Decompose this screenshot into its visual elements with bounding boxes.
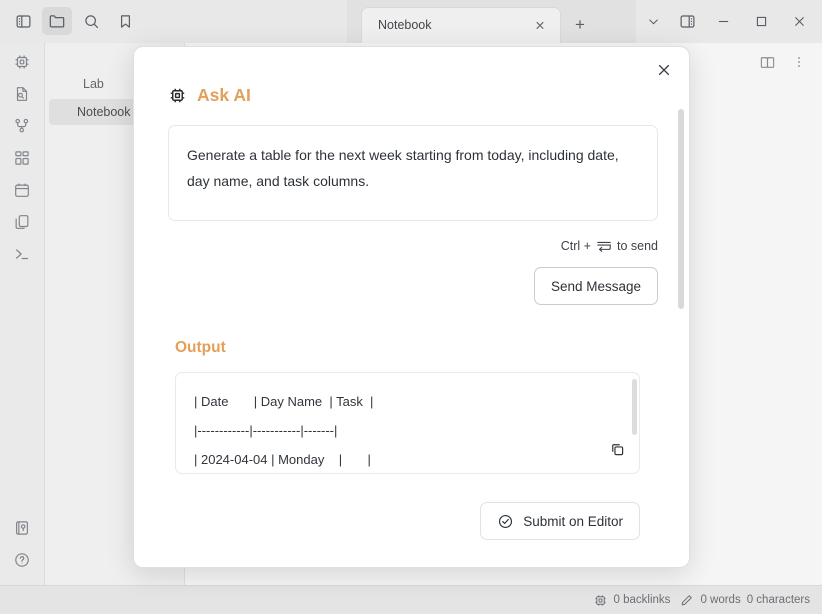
send-button-row: Send Message [168, 267, 658, 305]
output-line: | 2024-04-04 | Monday | | [194, 452, 371, 467]
page-title: Ask AI [197, 85, 251, 105]
send-message-button[interactable]: Send Message [533, 267, 658, 305]
output-text-box[interactable]: | Date | Day Name | Task | |------------… [175, 372, 640, 474]
check-circle-icon [497, 513, 514, 530]
output-container: | Date | Day Name | Task | |------------… [175, 372, 640, 474]
output-line: | Date | Day Name | Task | [194, 394, 374, 409]
submit-on-editor-button[interactable]: Submit on Editor [480, 502, 640, 540]
chip-icon [168, 86, 187, 105]
app-window: Notebook ✕ + Lab Notebook 0 backlinks 0 … [0, 0, 822, 614]
submit-button-row: Submit on Editor [168, 502, 640, 540]
send-hint-prefix: Ctrl + [560, 239, 591, 253]
send-hint-suffix: to send [616, 239, 658, 253]
submit-button-label: Submit on Editor [523, 513, 623, 529]
modal-content: Ask AI Generate a table for the next wee… [134, 47, 674, 567]
output-line: |------------|-----------|-------| [194, 423, 338, 438]
copy-icon[interactable] [606, 438, 628, 460]
send-shortcut-hint: Ctrl + to send [168, 239, 658, 253]
ask-ai-dialog: Ask AI Generate a table for the next wee… [133, 46, 690, 568]
prompt-input[interactable]: Generate a table for the next week start… [168, 125, 658, 221]
enter-key-icon [596, 239, 612, 253]
dialog-title-row: Ask AI [168, 85, 640, 106]
output-heading: Output [175, 339, 226, 356]
modal-scrollbar[interactable] [678, 109, 684, 309]
output-scrollbar[interactable] [632, 379, 637, 435]
